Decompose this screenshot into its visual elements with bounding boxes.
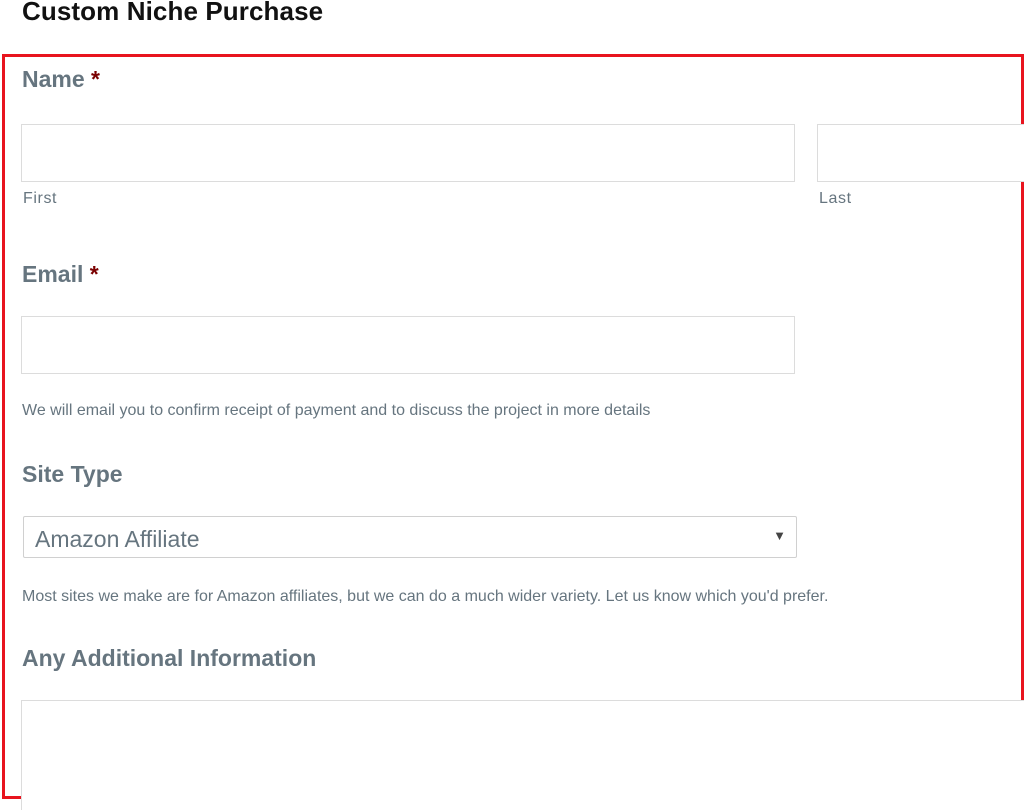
email-help-text: We will email you to confirm receipt of …: [22, 402, 651, 419]
first-name-input[interactable]: [21, 124, 795, 182]
last-name-sublabel: Last: [819, 190, 852, 207]
site-type-select[interactable]: Amazon Affiliate ▼: [23, 516, 797, 558]
first-name-sublabel: First: [23, 190, 58, 207]
email-label: Email *: [22, 261, 99, 288]
name-required-mark: *: [91, 66, 100, 92]
email-label-text: Email: [22, 261, 84, 287]
email-input[interactable]: [21, 316, 795, 374]
name-label-text: Name: [22, 66, 85, 92]
purchase-form: Name * First Last Email * We will email …: [0, 0, 1024, 810]
email-required-mark: *: [89, 261, 99, 287]
additional-info-label: Any Additional Information: [22, 645, 317, 671]
triangle-down-icon: ▼: [773, 528, 786, 543]
last-name-input[interactable]: [817, 124, 1024, 182]
additional-info-textarea[interactable]: [21, 700, 1024, 810]
name-label: Name *: [22, 66, 100, 93]
site-type-label: Site Type: [22, 461, 123, 487]
site-type-help-text: Most sites we make are for Amazon affili…: [22, 588, 829, 605]
site-type-selected-value: Amazon Affiliate: [35, 526, 200, 552]
